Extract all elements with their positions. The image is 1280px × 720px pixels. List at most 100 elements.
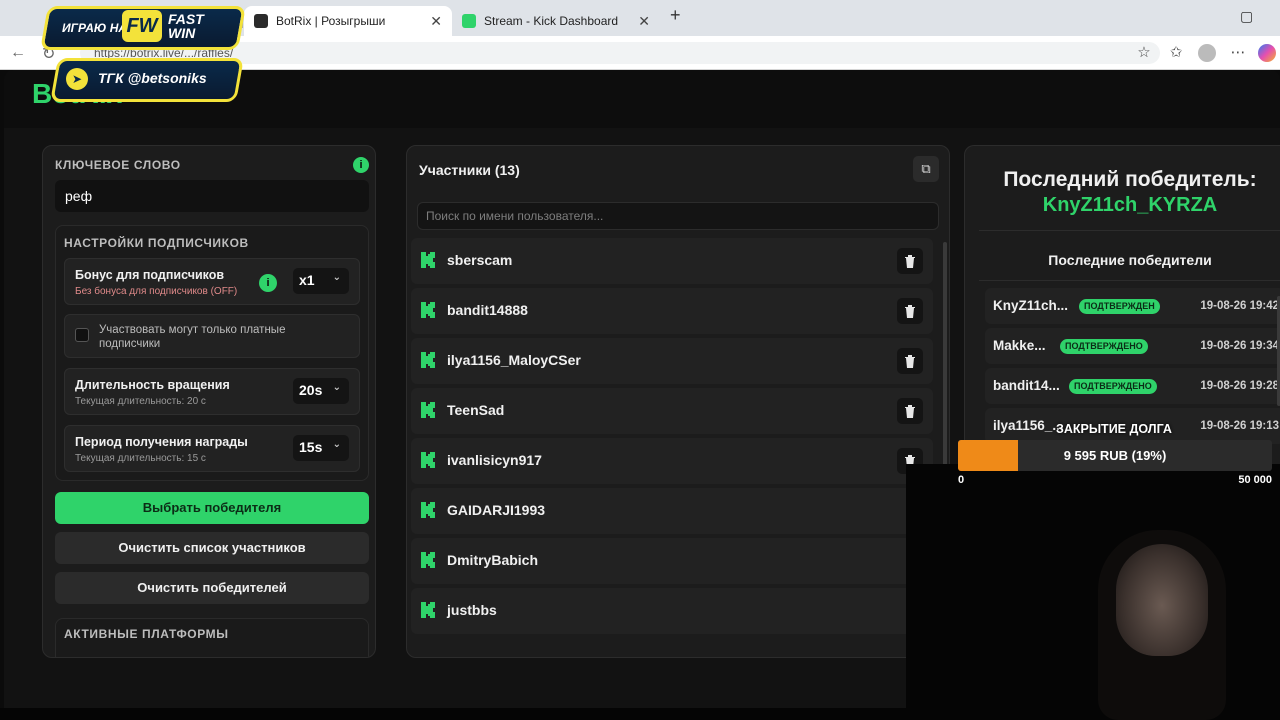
- kick-icon: [421, 552, 435, 568]
- subscriber-settings: НАСТРОЙКИ ПОДПИСЧИКОВ Бонус для подписчи…: [55, 225, 369, 481]
- paid-only-label: Участвовать могут только платные подписч…: [99, 324, 286, 350]
- winner-row[interactable]: bandit14... ПОДТВЕРЖДЕНО 19-08-26 19:28: [985, 368, 1280, 404]
- keyword-input[interactable]: реф: [55, 180, 369, 212]
- bonus-title: Бонус для подписчиков: [75, 268, 225, 282]
- url-field[interactable]: https://botrix.live/.../raffles/: [80, 42, 1160, 64]
- participant-name: ilya1156_MaloyCSer: [447, 352, 581, 368]
- telegram-icon: ➤: [66, 68, 88, 90]
- claim-period-subtitle: Текущая длительность: 15 с: [75, 453, 206, 464]
- tab-kick-title: Stream - Kick Dashboard: [484, 14, 619, 28]
- new-tab-plus-icon[interactable]: +: [670, 5, 681, 26]
- kick-icon: [421, 402, 435, 418]
- subscriber-settings-label: НАСТРОЙКИ ПОДПИСЧИКОВ: [64, 236, 249, 250]
- favorites-icon[interactable]: ✩: [1167, 44, 1185, 62]
- close-tab-icon[interactable]: ✕: [430, 13, 442, 30]
- clear-participants-button[interactable]: Очистить список участников: [55, 532, 369, 564]
- tab-botrix[interactable]: BotRix | Розыгрыши ✕: [244, 6, 452, 36]
- promo-overlay: ИГРАЮ НА FW FAST WIN ➤ ТГК @betsoniks: [40, 6, 246, 102]
- participants-list: sberscam bandit14888 ilya1156_MaloyCSer …: [411, 238, 933, 638]
- promo-brand: FAST WIN: [168, 11, 204, 41]
- winners-panel: Последний победитель: KnyZ11ch_KYRZA Пос…: [964, 145, 1280, 465]
- winner-name: ilya1156_...: [993, 418, 1064, 433]
- copilot-icon[interactable]: [1258, 44, 1276, 62]
- kick-icon: [421, 602, 435, 618]
- paid-only-checkbox[interactable]: [75, 328, 89, 342]
- status-badge: ПОДТВЕРЖДЕНО: [1060, 339, 1148, 354]
- winner-row[interactable]: Makke... ПОДТВЕРЖДЕНО 19-08-26 19:34: [985, 328, 1280, 364]
- spin-duration-row: Длительность вращения Текущая длительнос…: [64, 368, 360, 415]
- kick-icon: [421, 302, 435, 318]
- pick-winner-button[interactable]: Выбрать победителя: [55, 492, 369, 524]
- winner-date: 19-08-26 19:28: [1200, 380, 1279, 392]
- trash-icon: [905, 305, 915, 318]
- close-tab-icon[interactable]: ✕: [638, 13, 650, 30]
- more-menu-icon[interactable]: ⋯: [1229, 44, 1247, 62]
- tab-kick[interactable]: Stream - Kick Dashboard ✕: [452, 6, 660, 36]
- participants-panel: Участники (13) ⧉ Поиск по имени пользова…: [406, 145, 950, 658]
- list-item[interactable]: ivanlisicyn917: [411, 438, 933, 484]
- webcam-person-face: [1116, 544, 1208, 656]
- spin-duration-value: 20s: [299, 382, 323, 398]
- delete-participant-button[interactable]: [897, 298, 923, 324]
- list-item[interactable]: bandit14888: [411, 288, 933, 334]
- winner-name: KnyZ11ch...: [993, 298, 1069, 313]
- window-restore-icon[interactable]: ▢: [1240, 8, 1253, 25]
- info-icon[interactable]: i: [259, 274, 277, 292]
- debt-label: ЗАКРЫТИЕ ДОЛГА: [1056, 422, 1172, 436]
- bonus-select[interactable]: x1 ⌄: [293, 268, 349, 294]
- raffle-settings-panel: КЛЮЧЕВОЕ СЛОВО i реф НАСТРОЙКИ ПОДПИСЧИК…: [42, 145, 376, 658]
- winner-date: 19-08-26 19:42: [1200, 300, 1279, 312]
- bookmark-star-icon[interactable]: ☆: [1135, 44, 1153, 62]
- list-item[interactable]: ilya1156_MaloyCSer: [411, 338, 933, 384]
- trash-icon: [905, 355, 915, 368]
- claim-period-row: Период получения награды Текущая длитель…: [64, 425, 360, 472]
- list-item[interactable]: sberscam: [411, 238, 933, 284]
- promo-logo: FW: [122, 10, 162, 42]
- claim-period-title: Период получения награды: [75, 435, 248, 449]
- promo-line1: ИГРАЮ НА: [62, 21, 128, 35]
- participant-search-input[interactable]: Поиск по имени пользователя...: [417, 202, 939, 230]
- trash-icon: [905, 405, 915, 418]
- winner-row[interactable]: KnyZ11ch... ПОДТВЕРЖДЕН 19-08-26 19:42: [985, 288, 1280, 324]
- list-item[interactable]: TeenSad: [411, 388, 933, 434]
- debt-progress-text: 9 595 RUB (19%): [1063, 448, 1167, 463]
- botrix-favicon-icon: [254, 14, 268, 28]
- debt-min: 0: [958, 474, 965, 486]
- participants-title: Участники (13): [419, 162, 520, 178]
- profile-avatar[interactable]: [1198, 44, 1216, 62]
- participant-name: ivanlisicyn917: [447, 452, 542, 468]
- copy-icon[interactable]: ⧉: [913, 156, 939, 182]
- list-item[interactable]: justbbs: [411, 588, 933, 634]
- active-platforms-label: АКТИВНЫЕ ПЛАТФОРМЫ: [64, 627, 229, 641]
- claim-period-select[interactable]: 15s ⌄: [293, 435, 349, 461]
- kick-icon: [421, 502, 435, 518]
- chevron-down-icon: ⌄: [332, 382, 341, 393]
- list-item[interactable]: GAIDARJI1993: [411, 488, 933, 534]
- webcam-overlay: [906, 464, 1280, 720]
- status-badge: ПОДТВЕРЖДЕНО: [1069, 379, 1157, 394]
- info-icon[interactable]: i: [353, 157, 369, 173]
- kick-icon: [421, 352, 435, 368]
- participant-name: justbbs: [447, 602, 497, 618]
- debt-progress-bar: 9 595 RUB (19%): [958, 440, 1272, 471]
- keyword-label: КЛЮЧЕВОЕ СЛОВО: [55, 158, 181, 172]
- kick-favicon-icon: [462, 14, 476, 28]
- paid-only-row[interactable]: Участвовать могут только платные подписч…: [64, 314, 360, 358]
- delete-participant-button[interactable]: [897, 348, 923, 374]
- spin-duration-title: Длительность вращения: [75, 378, 230, 392]
- delete-participant-button[interactable]: [897, 248, 923, 274]
- clear-winners-button[interactable]: Очистить победителей: [55, 572, 369, 604]
- list-item[interactable]: DmitryBabich: [411, 538, 933, 584]
- winner-name: Makke...: [993, 338, 1046, 353]
- promo-line2: ТГК @betsoniks: [98, 70, 207, 86]
- chevron-down-icon: ⌄: [332, 272, 341, 283]
- last-winner-label: Последний победитель:: [1003, 168, 1257, 191]
- participant-name: bandit14888: [447, 302, 528, 318]
- back-arrow-icon[interactable]: ←: [10, 44, 26, 62]
- chevron-down-icon: ⌄: [332, 439, 341, 450]
- bonus-subtitle: Без бонуса для подписчиков (OFF): [75, 286, 238, 297]
- delete-participant-button[interactable]: [897, 398, 923, 424]
- spin-duration-select[interactable]: 20s ⌄: [293, 378, 349, 404]
- participant-name: GAIDARJI1993: [447, 502, 546, 518]
- kick-icon: [421, 452, 435, 468]
